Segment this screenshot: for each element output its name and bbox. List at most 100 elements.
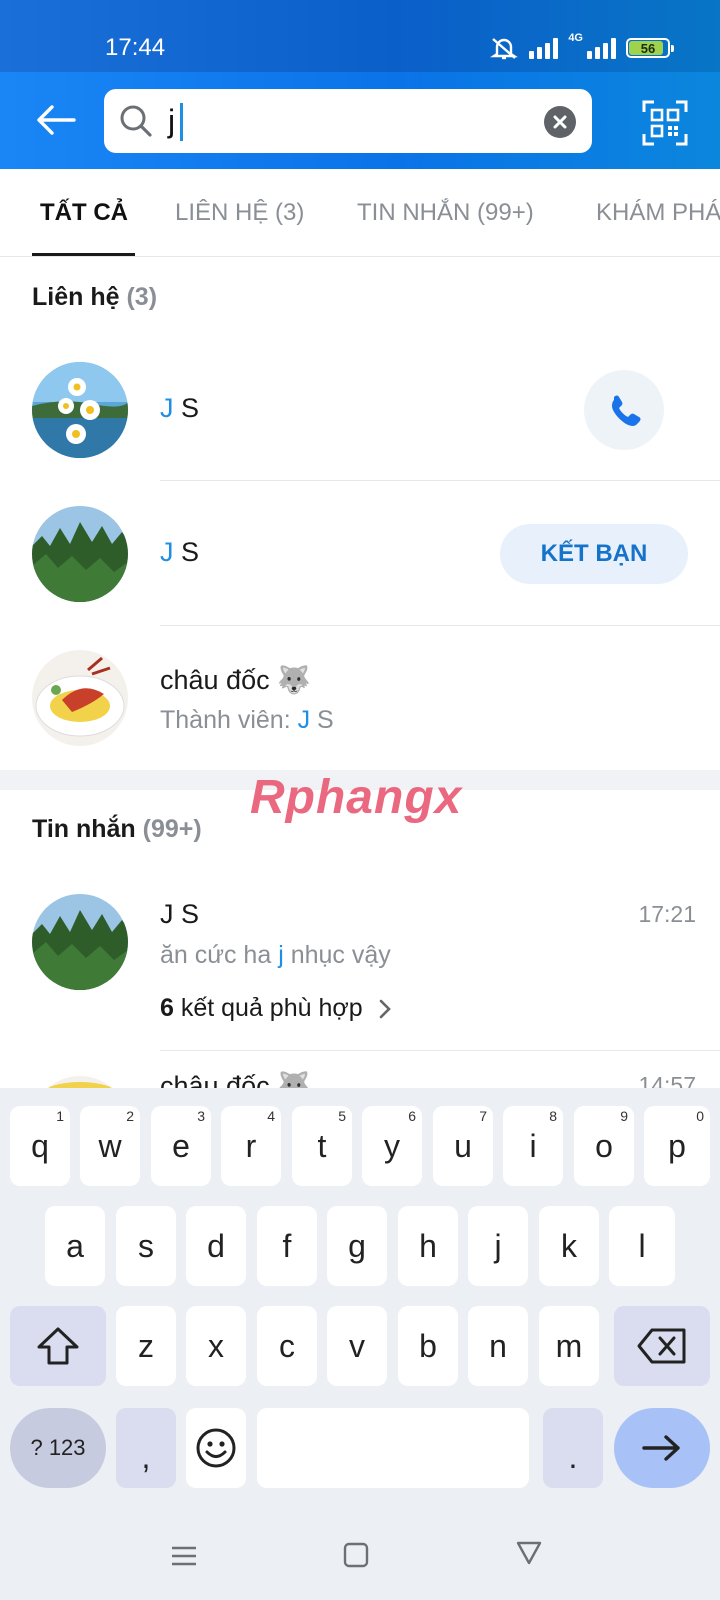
key-number: 6 [408,1108,416,1124]
key-b[interactable]: b [398,1306,458,1386]
message-time: 14:57 [638,1072,696,1088]
avatar [32,362,128,458]
period-key[interactable]: . [543,1408,603,1488]
key-s[interactable]: s [116,1206,176,1286]
active-tab-indicator [32,253,135,256]
search-query: j [168,103,176,139]
section-title-text: Liên hệ [32,283,120,311]
key-letter: w [98,1127,122,1164]
group-name: châu đốc 🐺 [160,665,311,695]
key-j[interactable]: j [468,1206,528,1286]
back-arrow-icon[interactable] [30,96,82,144]
message-row[interactable]: châu đốc 🐺 14:57 [0,1066,720,1088]
name-highlight: J [160,537,174,567]
home-icon[interactable] [343,1542,369,1568]
call-button[interactable] [584,370,664,450]
key-u[interactable]: u7 [433,1106,493,1186]
status-time: 17:44 [105,34,166,61]
mute-bell-icon [490,38,519,60]
section-title-text: Tin nhắn [32,815,136,843]
battery-level: 56 [640,40,656,56]
phone-icon [612,395,641,426]
smiley-icon [196,1428,236,1468]
message-sender: châu đốc 🐺 [160,1071,311,1088]
row-divider [160,1050,720,1051]
clear-search-button[interactable] [544,106,576,138]
key-e[interactable]: e3 [151,1106,211,1186]
key-z[interactable]: z [116,1306,176,1386]
member-highlight: J [297,706,311,734]
key-p[interactable]: p0 [644,1106,710,1186]
matching-results-link[interactable]: 6 kết quả phù hợp [160,994,393,1023]
tab-messages[interactable]: TIN NHẮN (99+) [357,199,534,227]
key-h[interactable]: h [398,1206,458,1286]
key-d[interactable]: d [186,1206,246,1286]
group-members: Thành viên: J S [160,706,334,735]
add-friend-button[interactable]: KẾT BẠN [500,524,688,584]
key-number: 4 [267,1108,275,1124]
system-nav-bar [0,1500,720,1600]
key-number: 5 [338,1108,346,1124]
back-triangle-icon[interactable] [515,1540,543,1566]
symbols-key[interactable]: ? 123 [10,1408,106,1488]
enter-key[interactable] [614,1408,710,1488]
qr-scan-icon[interactable] [642,100,688,146]
search-input[interactable]: j [104,89,592,153]
avatar [32,650,128,746]
key-letter: o [595,1127,613,1164]
key-letter: e [172,1127,190,1164]
preview-before: ăn cức ha [160,941,279,969]
comma-key[interactable]: , [116,1408,176,1488]
key-x[interactable]: x [186,1306,246,1386]
key-f[interactable]: f [257,1206,317,1286]
key-number: 3 [197,1108,205,1124]
emoji-key[interactable] [186,1408,246,1488]
key-v[interactable]: v [327,1306,387,1386]
name-rest: S [173,393,200,423]
message-preview: ăn cức ha j nhục vậy [160,941,391,970]
key-q[interactable]: q1 [10,1106,70,1186]
chevron-right-icon [379,999,391,1018]
key-r[interactable]: r4 [221,1106,281,1186]
tab-contacts[interactable]: LIÊN HỆ (3) [175,199,304,227]
key-letter: q [31,1127,49,1164]
contact-name: J S [160,393,199,424]
arrow-right-icon [642,1435,680,1461]
key-number: 0 [696,1108,704,1124]
contact-name: J S [160,537,199,568]
key-letter: t [317,1127,327,1164]
key-t[interactable]: t5 [292,1106,352,1186]
key-n[interactable]: n [468,1306,528,1386]
key-l[interactable]: l [609,1206,675,1286]
name-rest: S [173,537,200,567]
key-g[interactable]: g [327,1206,387,1286]
search-tabs: TẤT CẢ LIÊN HỆ (3) TIN NHẮN (99+) KHÁM P… [0,169,720,257]
key-o[interactable]: o9 [574,1106,634,1186]
key-a[interactable]: a [45,1206,105,1286]
battery-icon: 56 [626,38,674,58]
key-number: 2 [126,1108,134,1124]
key-letter: p [668,1127,686,1164]
key-k[interactable]: k [539,1206,599,1286]
section-count: (99+) [142,815,202,843]
key-i[interactable]: i8 [503,1106,563,1186]
key-letter: r [245,1127,257,1164]
menu-icon[interactable] [170,1542,198,1570]
key-w[interactable]: w2 [80,1106,140,1186]
key-y[interactable]: y6 [362,1106,422,1186]
key-c[interactable]: c [257,1306,317,1386]
key-letter: u [454,1127,472,1164]
space-key[interactable] [257,1408,529,1488]
shift-key[interactable] [10,1306,106,1386]
tab-discover[interactable]: KHÁM PHÁ [596,199,720,227]
message-time: 17:21 [638,901,696,927]
row-divider [160,625,720,626]
message-sender: J S [160,899,200,929]
tab-all[interactable]: TẤT CẢ [40,199,128,227]
key-m[interactable]: m [539,1306,599,1386]
key-number: 8 [549,1108,557,1124]
results-count: 6 [160,994,174,1022]
key-letter: i [529,1127,537,1164]
key-number: 9 [620,1108,628,1124]
backspace-key[interactable] [614,1306,710,1386]
